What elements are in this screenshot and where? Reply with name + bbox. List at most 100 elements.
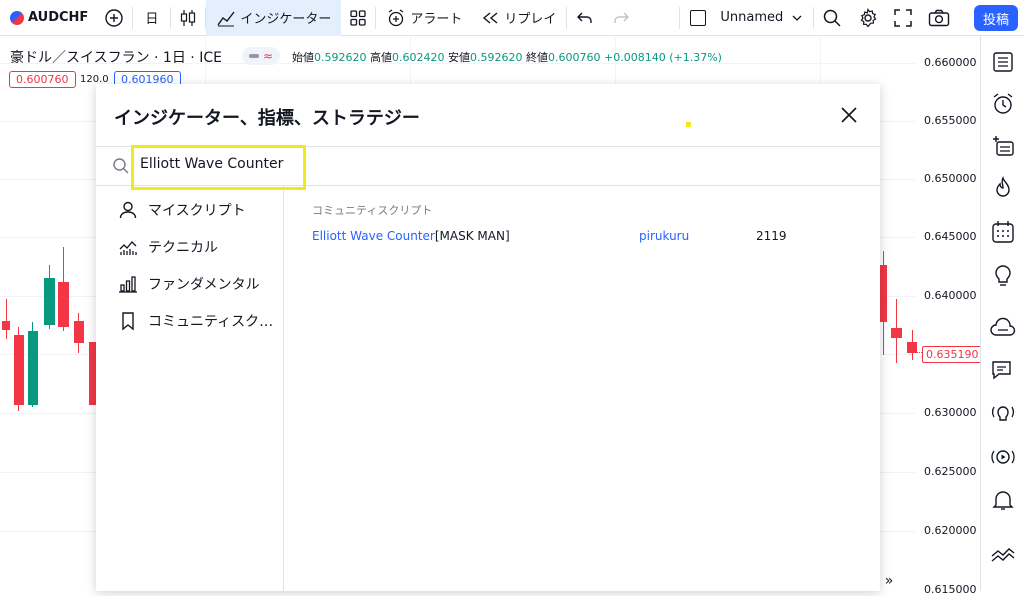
right-sidebar [980,36,1024,591]
category-my-scripts[interactable]: マイスクリプト [96,191,283,228]
hotlist-fire-icon[interactable] [990,175,1016,201]
category-community-scripts[interactable]: コミュニティスクリ... [96,302,283,339]
search-icon [824,9,841,27]
indicators-button[interactable]: インジケーター [206,0,342,36]
publish-button[interactable]: 投稿 [974,5,1018,31]
indicators-label: インジケーター [240,12,332,27]
divider [283,186,284,591]
alarm-plus-icon [388,8,404,26]
ohlc-legend: 始値0.592620 高値0.602420 安値0.592620 終値0.600… [292,49,722,65]
candles-icon [181,9,196,26]
watchlist-icon[interactable] [990,49,1016,75]
highlight-box [131,145,306,190]
grid-icon [350,9,366,26]
result-name[interactable]: Elliott Wave Counter[MASK MAN] [312,229,510,243]
change-value: +0.008140 (+1.37%) [604,51,722,64]
bookmark-icon [122,311,134,330]
indicators-icon [217,11,235,26]
price-axis-label: 0.630000 [924,406,977,419]
fullscreen-button[interactable] [886,0,920,36]
price-axis-label: 0.660000 [924,56,977,69]
low-label: 安値 [448,51,470,64]
rewind-icon [483,11,498,24]
fullscreen-icon [894,8,912,27]
price-axis-label: 0.615000 [924,583,977,596]
interval-button[interactable]: 日 [133,0,170,36]
chart-title: 豪ドル／スイスフラン · 1日 · ICE [10,50,222,66]
search-icon [113,158,129,174]
data-status-pill[interactable]: ≈ [242,47,280,65]
redo-icon [614,12,630,23]
notifications-bell-icon[interactable] [990,487,1016,513]
scroll-to-realtime-button[interactable]: » [878,570,900,592]
undo-button[interactable] [567,0,603,36]
alarm-clock-icon[interactable] [990,91,1016,117]
symbol-search-button[interactable]: AUDCHF [0,0,96,36]
candle [891,328,902,338]
alert-label: アラート [410,12,463,27]
fundamentals-icon [119,275,137,293]
messages-icon[interactable] [990,358,1016,384]
category-label: コミュニティスクリ... [148,313,278,330]
result-likes: 2119 [756,229,787,243]
replay-button[interactable]: リプレイ [472,0,566,36]
stream-play-icon[interactable] [990,444,1016,470]
result-author[interactable]: pirukuru [639,229,689,243]
candle [89,342,96,405]
annotation-dot [686,122,691,127]
candle [2,321,10,330]
price-axis-label: 0.620000 [924,524,977,537]
price-axis-label: 0.625000 [924,465,977,478]
search-button[interactable] [814,0,850,36]
broadcast-bulb-icon[interactable] [990,400,1016,426]
minus-icon [248,54,259,58]
technicals-icon [119,240,137,255]
candle [28,331,38,405]
top-toolbar: AUDCHF 日 インジケーター アラート リプレイ Unnamed 投稿 [0,0,1024,36]
symbol-label: AUDCHF [28,10,89,25]
candle [58,282,69,327]
snapshot-button[interactable] [920,0,958,36]
candle [880,265,887,322]
camera-icon [929,9,950,26]
category-label: マイスクリプト [148,202,246,219]
alert-button[interactable]: アラート [376,0,472,36]
compare-add-button[interactable] [96,0,132,36]
close-value: 0.600760 [548,51,601,64]
undo-icon [577,12,593,23]
market-line-icon[interactable] [990,540,1016,566]
candle [14,335,24,405]
high-label: 高値 [370,51,392,64]
ideas-bulb-icon[interactable] [990,262,1016,288]
candle [907,342,917,353]
last-price-tag: 0.635190 [922,346,983,363]
templates-button[interactable] [341,0,375,36]
dialog-title: インジケーター、指標、ストラテジー [114,108,420,129]
category-technicals[interactable]: テクニカル [96,228,283,265]
approx-icon: ≈ [262,49,274,63]
chat-cloud-icon[interactable] [990,316,1016,342]
calendar-icon[interactable] [990,219,1016,245]
close-icon[interactable] [838,104,860,126]
redo-button[interactable] [603,0,639,36]
user-icon [119,201,137,218]
close-label: 終値 [526,51,548,64]
result-suffix: [MASK MAN] [434,229,510,243]
price-axis-label: 0.650000 [924,172,977,185]
settings-button[interactable] [850,0,886,36]
sell-button[interactable]: 0.600760 [9,71,76,88]
chart-type-button[interactable] [171,0,205,36]
add-list-icon[interactable] [990,133,1016,159]
layout-menu-button[interactable]: Unnamed [680,0,813,36]
result-title: Elliott Wave Counter [312,229,435,243]
category-label: テクニカル [148,239,218,256]
candle-wick [6,299,7,339]
gear-icon [860,7,877,27]
category-fundamentals[interactable]: ファンダメンタル [96,265,283,302]
symbol-logo-icon [10,10,24,25]
plus-circle-icon [105,8,124,27]
price-axis-label: 0.655000 [924,114,977,127]
price-axis-label: 0.645000 [924,230,977,243]
double-chevron-right-icon: » [884,573,894,589]
result-row[interactable]: Elliott Wave Counter[MASK MAN] pirukuru … [312,229,852,249]
